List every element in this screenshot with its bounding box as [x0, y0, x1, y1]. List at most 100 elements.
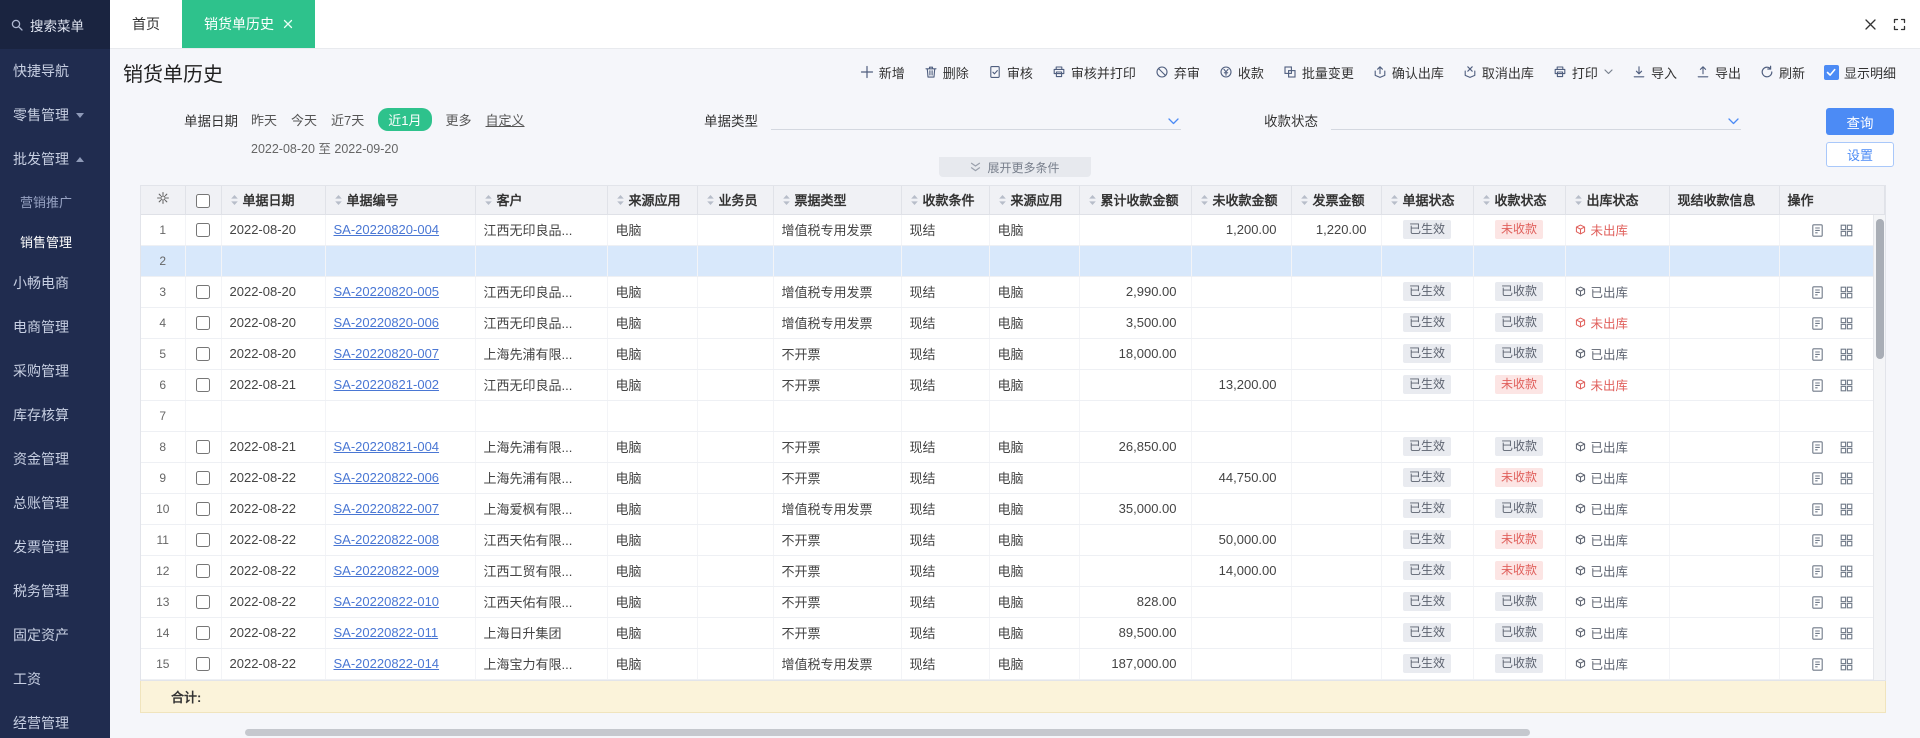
view-doc-icon[interactable]	[1810, 347, 1825, 362]
table-row[interactable]: 6 2022-08-21 SA-20220821-002 江西无印良品... 电脑 不开票…	[141, 369, 1885, 401]
view-doc-icon[interactable]	[1810, 533, 1825, 548]
table-row[interactable]: 1 2022-08-20 SA-20220820-004 江西无印良品... 电脑 增值税…	[141, 214, 1885, 246]
toolbar-export-button[interactable]: 导出	[1696, 63, 1741, 82]
column-header-source1[interactable]: 来源应用	[607, 186, 698, 215]
table-row[interactable]: 14 2022-08-22 SA-20220822-011 上海日升集团 电脑 不开票 现结…	[141, 617, 1885, 649]
sidebar-item-13[interactable]: 固定资产	[0, 613, 110, 657]
column-header-doc_status[interactable]: 单据状态	[1381, 186, 1474, 215]
view-doc-icon[interactable]	[1810, 471, 1825, 486]
row-checkbox[interactable]	[196, 316, 210, 331]
doc-number-link[interactable]: SA-20220822-014	[334, 656, 440, 671]
table-row[interactable]: 2	[141, 245, 1885, 277]
view-doc-icon[interactable]	[1810, 595, 1825, 610]
tab-home[interactable]: 首页	[110, 0, 182, 48]
toolbar-audit-print-button[interactable]: 审核并打印	[1052, 63, 1136, 82]
sort-icon[interactable]	[1482, 194, 1491, 206]
doc-number-link[interactable]: SA-20220822-011	[334, 625, 439, 640]
sidebar-item-15[interactable]: 经营管理	[0, 701, 110, 738]
toolbar-audit-button[interactable]: 审核	[988, 63, 1033, 82]
column-header-pay_status[interactable]: 收款状态	[1473, 186, 1566, 215]
doc-type-select[interactable]	[771, 108, 1181, 130]
sort-icon[interactable]	[782, 194, 791, 206]
view-doc-icon[interactable]	[1810, 564, 1825, 579]
sort-icon[interactable]	[484, 194, 493, 206]
sidebar-search[interactable]: 搜索菜单	[0, 0, 110, 49]
table-row[interactable]: 13 2022-08-22 SA-20220822-010 江西天佑有限... 电脑 不开…	[141, 586, 1885, 618]
date-quick-option[interactable]: 昨天	[251, 110, 277, 129]
toolbar-batch-change-button[interactable]: 批量变更	[1283, 63, 1354, 82]
view-doc-icon[interactable]	[1810, 285, 1825, 300]
toolbar-refresh-button[interactable]: 刷新	[1760, 63, 1805, 82]
pay-status-select[interactable]	[1331, 108, 1741, 130]
sidebar-item-14[interactable]: 工资	[0, 657, 110, 701]
grid-more-icon[interactable]	[1839, 626, 1854, 641]
column-header-pay_terms[interactable]: 收款条件	[901, 186, 990, 215]
sidebar-item-7[interactable]: 采购管理	[0, 349, 110, 393]
row-checkbox[interactable]	[196, 440, 210, 455]
sidebar-item-5[interactable]: 小畅电商	[0, 261, 110, 305]
sort-icon[interactable]	[706, 194, 715, 206]
close-icon[interactable]	[1864, 18, 1877, 31]
sidebar-item-3[interactable]: 营销推广	[0, 181, 110, 221]
column-header-date[interactable]: 单据日期	[221, 186, 326, 215]
sort-icon[interactable]	[1390, 194, 1399, 206]
table-row[interactable]: 7	[141, 400, 1885, 432]
column-header-salesman[interactable]: 业务员	[697, 186, 774, 215]
grid-more-icon[interactable]	[1839, 347, 1854, 362]
table-row[interactable]: 11 2022-08-22 SA-20220822-008 江西天佑有限... 电脑 不开…	[141, 524, 1885, 556]
column-header-out_status[interactable]: 出库状态	[1565, 186, 1670, 215]
grid-more-icon[interactable]	[1839, 657, 1854, 672]
sidebar-item-0[interactable]: 快捷导航	[0, 49, 110, 93]
toolbar-trash-button[interactable]: 删除	[924, 63, 969, 82]
date-quick-option[interactable]: 近7天	[331, 110, 364, 129]
sort-icon[interactable]	[1300, 194, 1309, 206]
grid-more-icon[interactable]	[1839, 595, 1854, 610]
row-checkbox[interactable]	[196, 347, 210, 362]
tab-sales-history[interactable]: 销货单历史	[182, 0, 315, 48]
date-quick-option[interactable]: 近1月	[378, 108, 432, 131]
view-doc-icon[interactable]	[1810, 626, 1825, 641]
table-row[interactable]: 9 2022-08-22 SA-20220822-006 上海先浦有限... 电脑 不开票…	[141, 462, 1885, 494]
table-row[interactable]: 4 2022-08-20 SA-20220820-006 江西无印良品... 电脑 增值税…	[141, 307, 1885, 339]
toolbar-abandon-button[interactable]: 弃审	[1155, 63, 1200, 82]
sort-icon[interactable]	[1088, 194, 1097, 206]
row-checkbox[interactable]	[196, 285, 210, 300]
table-row[interactable]: 8 2022-08-21 SA-20220821-004 上海先浦有限... 电脑 不开票…	[141, 431, 1885, 463]
row-checkbox[interactable]	[196, 626, 210, 641]
table-row[interactable]: 10 2022-08-22 SA-20220822-007 上海爱枫有限... 电脑 增值…	[141, 493, 1885, 525]
toolbar-confirm-outbound-button[interactable]: 确认出库	[1373, 63, 1444, 82]
sidebar-item-1[interactable]: 零售管理	[0, 93, 110, 137]
date-quick-option[interactable]: 更多	[446, 110, 472, 129]
toolbar-receive-money-button[interactable]: 收款	[1219, 63, 1264, 82]
column-header-invoice_type[interactable]: 票据类型	[773, 186, 902, 215]
sidebar-item-8[interactable]: 库存核算	[0, 393, 110, 437]
checked-checkbox-icon[interactable]	[1823, 64, 1839, 80]
view-doc-icon[interactable]	[1810, 440, 1825, 455]
table-row[interactable]: 12 2022-08-22 SA-20220822-009 江西工贸有限... 电脑 不开…	[141, 555, 1885, 587]
row-checkbox[interactable]	[196, 223, 210, 238]
doc-number-link[interactable]: SA-20220820-005	[334, 284, 440, 299]
grid-more-icon[interactable]	[1839, 502, 1854, 517]
sidebar-item-9[interactable]: 资金管理	[0, 437, 110, 481]
gear-icon[interactable]	[156, 192, 170, 208]
sort-icon[interactable]	[230, 194, 239, 206]
table-row[interactable]: 15 2022-08-22 SA-20220822-014 上海宝力有限... 电脑 增值…	[141, 648, 1885, 680]
sidebar-item-12[interactable]: 税务管理	[0, 569, 110, 613]
date-range-value[interactable]: 2022-08-20 至 2022-09-20	[251, 138, 525, 157]
expand-more-button[interactable]: 展开更多条件	[939, 157, 1091, 177]
query-button[interactable]: 查询	[1826, 108, 1894, 135]
settings-button[interactable]: 设置	[1826, 142, 1894, 167]
grid-more-icon[interactable]	[1839, 223, 1854, 238]
tab-close-icon[interactable]	[283, 19, 293, 29]
vertical-scrollbar[interactable]	[1873, 215, 1885, 680]
view-doc-icon[interactable]	[1810, 657, 1825, 672]
column-header-doc_no[interactable]: 单据编号	[325, 186, 476, 215]
toolbar-print-button[interactable]: 打印	[1553, 63, 1613, 82]
doc-number-link[interactable]: SA-20220820-004	[334, 222, 440, 237]
sort-icon[interactable]	[616, 194, 625, 206]
sort-icon[interactable]	[998, 194, 1007, 206]
horizontal-scrollbar[interactable]	[245, 729, 1530, 736]
grid-more-icon[interactable]	[1839, 316, 1854, 331]
column-header-received_total[interactable]: 累计收款金额	[1079, 186, 1192, 215]
doc-number-link[interactable]: SA-20220822-008	[334, 532, 440, 547]
